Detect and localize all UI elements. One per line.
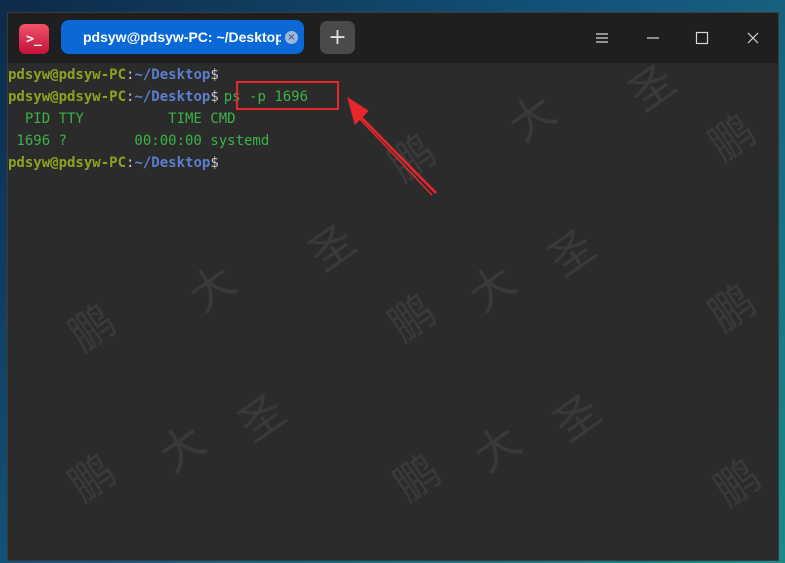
watermark-char: 鹏 [384,445,451,513]
maximize-icon[interactable] [690,27,714,49]
prompt-user: pdsyw@pdsyw-PC [8,89,127,105]
watermark-char: 鹏 [699,275,766,343]
output-line: PID TTY TIME CMD [8,111,236,127]
watermark-char: 圣 [229,385,296,453]
command-highlight-box [236,81,339,110]
watermark-char: 鹏 [699,105,766,173]
terminal-app-icon: >_ [19,24,49,54]
close-icon[interactable] [741,27,765,49]
prompt-user: pdsyw@pdsyw-PC [8,155,127,171]
watermark-char: 大 [499,85,566,153]
output-line: 1696 ? 00:00:00 systemd [8,133,270,149]
tab-active[interactable]: pdsyw@pdsyw-PC: ~/Desktop × [61,20,304,54]
watermark-char: 大 [459,255,526,323]
watermark-char: 大 [179,255,246,323]
prompt-path: ~/Desktop [134,89,211,105]
prompt-dollar: $ [210,155,219,171]
watermark-char: 鹏 [704,450,771,518]
watermark-char: 鹏 [379,125,446,193]
minimize-icon[interactable] [641,27,665,49]
tab-close-icon[interactable]: × [285,31,298,44]
prompt-path: ~/Desktop [134,155,211,171]
watermark-char: 鹏 [379,285,446,353]
hamburger-menu-icon[interactable] [590,27,614,49]
prompt-line: pdsyw@pdsyw-PC:~/Desktop$ [8,65,219,85]
prompt-line: pdsyw@pdsyw-PC:~/Desktop$ [8,153,219,173]
watermark-char: 大 [464,415,531,483]
title-bar: >_ pdsyw@pdsyw-PC: ~/Desktop × + [8,13,778,63]
watermark-char: 圣 [539,220,606,288]
new-tab-button[interactable]: + [320,21,355,54]
watermark-char: 大 [149,415,216,483]
tab-title: pdsyw@pdsyw-PC: ~/Desktop [83,29,281,45]
terminal-content[interactable]: 鹏 大 圣 鹏 大 圣 鹏 鹏 大 圣 鹏 鹏 大 圣 鹏 大 圣 鹏 pdsy… [8,55,778,560]
prompt-user: pdsyw@pdsyw-PC [8,67,127,83]
watermark-char: 圣 [544,385,611,453]
watermark-char: 圣 [299,215,366,283]
terminal-window: >_ pdsyw@pdsyw-PC: ~/Desktop × + 鹏 大 圣 鹏… [7,12,779,561]
watermark-char: 鹏 [59,295,126,363]
prompt-dollar: $ [210,67,219,83]
watermark-char: 鹏 [59,445,126,513]
prompt-path: ~/Desktop [134,67,211,83]
prompt-dollar: $ [210,89,219,105]
